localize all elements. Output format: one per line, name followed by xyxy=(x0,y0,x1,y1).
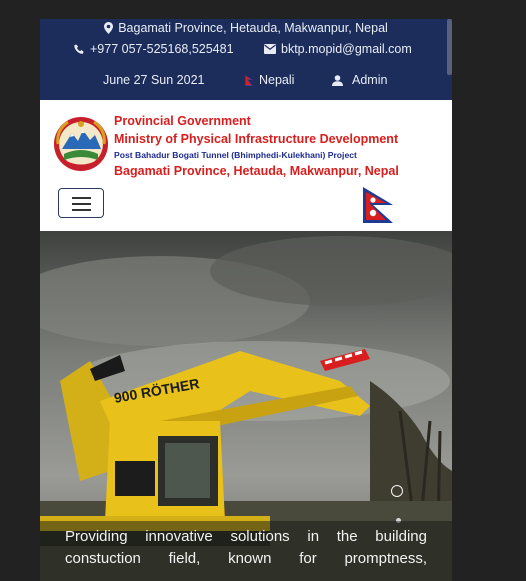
org-line-government: Provincial Government xyxy=(114,114,251,128)
language-switch[interactable]: Nepali xyxy=(245,73,294,87)
email-text: bktp.mopid@gmail.com xyxy=(281,42,412,56)
phone-item[interactable]: +977 057-525168,525481 xyxy=(74,42,234,56)
site-header: Provincial Government Ministry of Physic… xyxy=(40,100,452,231)
address-item: Bagamati Province, Hetauda, Makwanpur, N… xyxy=(104,21,388,35)
hero-caption-text: Providing innovative solutions in the bu… xyxy=(65,528,427,567)
admin-label: Admin xyxy=(352,73,388,87)
hero-carousel[interactable]: 900 RÖTHER Providing innovative solution… xyxy=(40,231,452,581)
nepal-flag-icon xyxy=(363,187,393,223)
user-icon xyxy=(332,74,343,86)
navbar-toggle-button[interactable] xyxy=(58,188,104,218)
phone-icon xyxy=(74,43,84,54)
language-label: Nepali xyxy=(259,73,295,87)
government-emblem-logo[interactable] xyxy=(52,116,110,172)
carousel-indicator-1[interactable] xyxy=(391,485,403,497)
menu-icon-bar xyxy=(72,209,91,211)
org-line-location: Bagamati Province, Hetauda, Makwanpur, N… xyxy=(114,164,399,178)
menu-icon-bar xyxy=(72,203,91,205)
page-frame: Bagamati Province, Hetauda, Makwanpur, N… xyxy=(40,19,452,581)
map-marker-icon xyxy=(104,22,114,34)
org-line-project: Post Bahadur Bogati Tunnel (Bhimphedi-Ku… xyxy=(114,150,357,160)
top-contact-bar: Bagamati Province, Hetauda, Makwanpur, N… xyxy=(40,19,452,100)
hero-caption: Providing innovative solutions in the bu… xyxy=(40,521,452,581)
phone-text: +977 057-525168,525481 xyxy=(90,42,234,56)
date-text: June 27 Sun 2021 xyxy=(103,73,205,87)
envelope-icon xyxy=(264,44,276,54)
email-item[interactable]: bktp.mopid@gmail.com xyxy=(264,42,412,56)
address-text: Bagamati Province, Hetauda, Makwanpur, N… xyxy=(118,21,388,35)
org-line-ministry: Ministry of Physical Infrastructure Deve… xyxy=(114,132,399,146)
nepal-flag-icon xyxy=(245,74,253,86)
organization-title: Provincial Government Ministry of Physic… xyxy=(114,112,399,180)
menu-icon xyxy=(72,197,91,199)
admin-link[interactable]: Admin xyxy=(332,73,387,87)
